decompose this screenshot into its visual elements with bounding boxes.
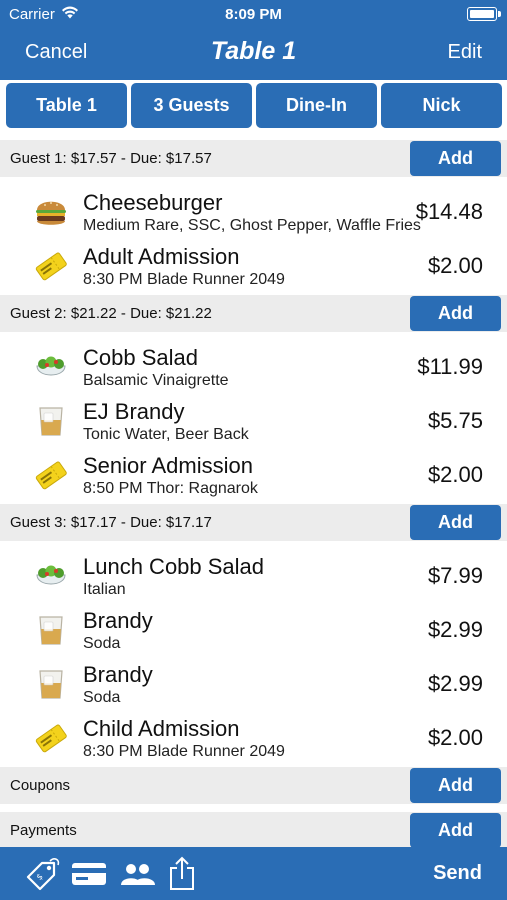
credit-card-icon[interactable]	[71, 861, 107, 893]
guests-icon[interactable]	[118, 859, 158, 891]
order-type-button[interactable]: Dine-In	[256, 83, 377, 128]
item-modifiers: 8:30 PM Blade Runner 2049	[83, 743, 285, 760]
order-item-row[interactable]: Lunch Cobb Salad Italian $7.99	[0, 549, 507, 603]
section-header: Coupons Add	[0, 767, 507, 804]
order-item-row[interactable]: Adult Admission 8:30 PM Blade Runner 204…	[0, 239, 507, 293]
item-name: Child Admission	[83, 716, 240, 741]
clock: 8:09 PM	[225, 6, 282, 23]
item-price: $5.75	[427, 408, 483, 433]
order-list: Guest 1: $17.57 - Due: $17.57 Add Cheese…	[0, 140, 507, 849]
order-item-row[interactable]: Brandy Soda $2.99	[0, 657, 507, 711]
order-item-row[interactable]: Cobb Salad Balsamic Vinaigrette $11.99	[0, 340, 507, 394]
order-item-row[interactable]: EJ Brandy Tonic Water, Beer Back $5.75	[0, 394, 507, 448]
svg-text:$: $	[35, 872, 45, 882]
guests-button[interactable]: 3 Guests	[131, 83, 252, 128]
section-header: Guest 2: $21.22 - Due: $21.22 Add	[0, 295, 507, 332]
item-name: EJ Brandy	[83, 399, 185, 424]
order-info-buttons: Table 1 3 Guests Dine-In Nick	[0, 83, 507, 131]
add-button[interactable]: Add	[410, 813, 501, 848]
item-modifiers: Soda	[83, 635, 121, 652]
nav-bar: Cancel Table 1 Edit	[0, 32, 507, 72]
ticket-icon	[34, 458, 68, 492]
send-button[interactable]: Send	[433, 862, 482, 885]
section-header: Guest 3: $17.17 - Due: $17.17 Add	[0, 504, 507, 541]
item-price: $2.00	[427, 725, 483, 750]
item-name: Brandy	[83, 662, 153, 687]
glass-icon	[34, 613, 68, 647]
section-title: Guest 1: $17.57 - Due: $17.57	[10, 150, 212, 167]
glass-icon	[34, 404, 68, 438]
item-modifiers: 8:30 PM Blade Runner 2049	[83, 271, 285, 288]
salad-icon	[34, 350, 68, 384]
item-modifiers: 8:50 PM Thor: Ragnarok	[83, 480, 258, 497]
item-name: Senior Admission	[83, 453, 253, 478]
glass-icon	[34, 667, 68, 701]
item-price: $14.48	[415, 199, 483, 224]
add-button[interactable]: Add	[410, 768, 501, 803]
add-button[interactable]: Add	[410, 296, 501, 331]
section-header: Payments Add	[0, 812, 507, 849]
edit-button[interactable]: Edit	[448, 41, 482, 64]
item-modifiers: Italian	[83, 581, 126, 598]
section-title: Guest 3: $17.17 - Due: $17.17	[10, 514, 212, 531]
tag-icon[interactable]: $	[24, 857, 62, 891]
table-button[interactable]: Table 1	[6, 83, 127, 128]
ticket-icon	[34, 249, 68, 283]
item-name: Brandy	[83, 608, 153, 633]
item-modifiers: Tonic Water, Beer Back	[83, 426, 249, 443]
section-header: Guest 1: $17.57 - Due: $17.57 Add	[0, 140, 507, 177]
item-modifiers: Medium Rare, SSC, Ghost Pepper, Waffle F…	[83, 217, 421, 234]
item-price: $2.00	[427, 462, 483, 487]
order-item-row[interactable]: Child Admission 8:30 PM Blade Runner 204…	[0, 711, 507, 765]
item-price: $2.99	[427, 617, 483, 642]
ticket-icon	[34, 721, 68, 755]
order-item-row[interactable]: Cheeseburger Medium Rare, SSC, Ghost Pep…	[0, 185, 507, 239]
header: Carrier 8:09 PM Cancel Table 1 Edit	[0, 0, 507, 80]
item-name: Cheeseburger	[83, 190, 223, 215]
item-name: Lunch Cobb Salad	[83, 554, 265, 579]
section-title: Payments	[10, 822, 77, 839]
item-name: Cobb Salad	[83, 345, 198, 370]
status-bar: Carrier 8:09 PM	[0, 0, 507, 28]
add-button[interactable]: Add	[410, 141, 501, 176]
page-title: Table 1	[210, 37, 297, 65]
item-modifiers: Balsamic Vinaigrette	[83, 372, 229, 389]
add-button[interactable]: Add	[410, 505, 501, 540]
order-item-row[interactable]: Brandy Soda $2.99	[0, 603, 507, 657]
item-price: $11.99	[417, 354, 483, 379]
server-button[interactable]: Nick	[381, 83, 502, 128]
section-title: Guest 2: $21.22 - Due: $21.22	[10, 305, 212, 322]
section-title: Coupons	[10, 777, 71, 794]
battery-icon	[467, 7, 501, 21]
item-name: Adult Admission	[83, 244, 240, 269]
order-item-row[interactable]: Senior Admission 8:50 PM Thor: Ragnarok …	[0, 448, 507, 502]
burger-icon	[34, 195, 68, 229]
bottom-toolbar: $ Send	[0, 847, 507, 900]
item-modifiers: Soda	[83, 689, 121, 706]
item-price: $2.99	[427, 671, 483, 696]
share-icon[interactable]	[168, 855, 196, 890]
salad-icon	[34, 559, 68, 593]
item-price: $7.99	[427, 563, 483, 588]
item-price: $2.00	[427, 253, 483, 278]
